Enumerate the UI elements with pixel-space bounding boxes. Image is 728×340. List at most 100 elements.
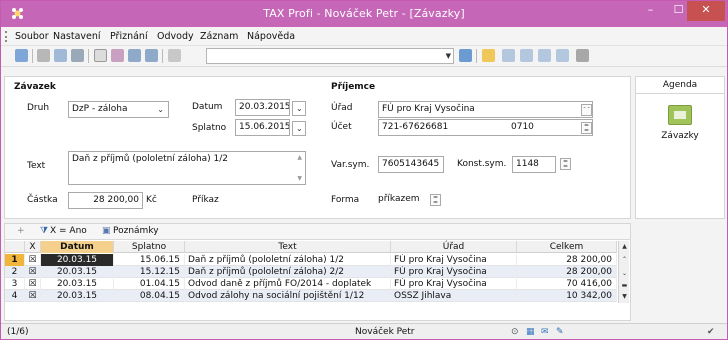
col-text[interactable]: Text	[185, 241, 391, 253]
new-record-icon[interactable]	[94, 49, 107, 62]
urad-label: Úřad	[331, 103, 353, 113]
scroll-end-icon[interactable]: ▬	[620, 281, 629, 291]
table-row[interactable]: 1 ☒ 20.03.15 15.06.15 Daň z příjmů (polo…	[5, 254, 617, 266]
datum-field[interactable]: 20.03.2015	[235, 99, 290, 116]
row-urad: FÚ pro Kraj Vysočina	[391, 266, 517, 278]
row-datum: 20.03.15	[41, 290, 114, 302]
folder-icon[interactable]	[482, 49, 495, 62]
toolbar-separator	[162, 49, 163, 63]
forma-picker-button[interactable]: = =	[430, 194, 441, 206]
agenda-panel: Agenda Závazky	[635, 76, 725, 219]
row-number: 3	[5, 278, 25, 290]
filter-icon[interactable]	[459, 49, 472, 62]
menu-napoveda[interactable]: Nápověda	[247, 31, 295, 42]
agenda-header: Agenda	[636, 77, 724, 94]
save-as-icon[interactable]	[145, 49, 158, 62]
table-row[interactable]: 3 ☒ 20.03.15 01.04.15 Odvod daně z příjm…	[5, 278, 617, 290]
forma-value[interactable]: příkazem	[378, 192, 426, 209]
grid-header: X Datum Splatno Text Úřad Celkem	[5, 241, 617, 253]
scroll-down-icon: ▼	[297, 175, 302, 182]
status-bar: (1/6) Nováček Petr ⊙ ▦ ✉ ✎ ✔	[1, 323, 727, 339]
copy-icon[interactable]	[168, 49, 181, 62]
ucet-value: 721-67626681	[382, 122, 449, 132]
list-view-icon[interactable]	[502, 49, 515, 62]
konstsym-field[interactable]: 1148	[512, 156, 556, 173]
menu-nastaveni[interactable]: Nastavení	[53, 31, 101, 42]
col-splatno[interactable]: Splatno	[114, 241, 185, 253]
scroll-up-icon[interactable]: ▲	[620, 242, 629, 252]
print-icon[interactable]	[71, 49, 84, 62]
col-celkem[interactable]: Celkem	[517, 241, 617, 253]
close-button[interactable]: ✕	[687, 1, 725, 21]
col-urad[interactable]: Úřad	[391, 241, 517, 253]
tab-filter[interactable]: X = Ano	[50, 226, 87, 236]
splatno-field[interactable]: 15.06.2015	[235, 119, 290, 136]
varsym-label: Var.sym.	[331, 160, 370, 170]
konstsym-picker-button[interactable]: = =	[560, 158, 571, 170]
grid-tab-bar: + ⧩ X = Ano ▣ Poznámky	[5, 224, 630, 240]
text-textarea[interactable]: Daň z příjmů (pololetní záloha) 1/2 ▲ ▼	[68, 151, 306, 185]
chevron-down-icon: ▼	[445, 52, 451, 60]
pen-icon[interactable]: ✎	[556, 327, 564, 337]
print-preview-icon[interactable]	[54, 49, 67, 62]
urad-field[interactable]: FÚ pro Kraj Vysočina	[378, 101, 593, 118]
minimize-button[interactable]: –	[637, 1, 664, 21]
toolbar-separator	[32, 49, 33, 63]
row-celkem: 28 200,00	[517, 254, 617, 266]
detail-view-icon[interactable]	[520, 49, 533, 62]
tab-poznamky[interactable]: Poznámky	[113, 226, 159, 236]
agenda-item-zavazky[interactable]: Závazky	[636, 131, 724, 141]
konstsym-label: Konst.sym.	[457, 159, 507, 169]
row-number: 2	[5, 266, 25, 278]
mail-icon[interactable]: ✉	[541, 327, 549, 337]
grid-scrollbar[interactable]: ▲ ⌃ ⌄ ▬ ▼	[618, 241, 629, 303]
calculator-icon[interactable]	[15, 49, 28, 62]
menu-soubor[interactable]: Soubor	[15, 31, 49, 42]
scroll-down-icon[interactable]: ▼	[620, 292, 629, 302]
section-zavazek: Závazek	[14, 82, 56, 92]
table-row[interactable]: 2 ☒ 20.03.15 15.12.15 Daň z příjmů (polo…	[5, 266, 617, 278]
save-icon[interactable]	[128, 49, 141, 62]
col-datum[interactable]: Datum	[41, 241, 114, 253]
row-x-checkbox[interactable]: ☒	[25, 290, 41, 302]
row-x-checkbox[interactable]: ☒	[25, 266, 41, 278]
datum-dropdown-button[interactable]: ⌄	[292, 101, 306, 116]
row-x-checkbox[interactable]: ☒	[25, 254, 41, 266]
menu-zaznam[interactable]: Záznam	[200, 31, 238, 42]
status-user: Nováček Petr	[355, 327, 415, 337]
druh-select[interactable]: DzP - záloha ⌄	[68, 101, 169, 118]
calendar-icon[interactable]: ▦	[526, 327, 535, 337]
ucet-picker-button[interactable]: = =	[581, 122, 592, 134]
scroll-page-down-icon[interactable]: ⌄	[620, 269, 629, 279]
varsym-field[interactable]: 7605143645	[378, 156, 444, 173]
edit-icon[interactable]	[111, 49, 124, 62]
toolbar-separator	[88, 49, 89, 63]
castka-field[interactable]: 28 200,00	[68, 192, 143, 209]
ucet-field[interactable]: 721-67626681 0710	[378, 119, 593, 136]
notes-icon: ▣	[102, 226, 111, 236]
col-x[interactable]: X	[25, 241, 41, 253]
toolbar-search-combo[interactable]: ▼	[206, 48, 454, 64]
report-view-icon[interactable]	[556, 49, 569, 62]
scroll-page-up-icon[interactable]: ⌃	[620, 255, 629, 265]
menu-priznani[interactable]: Přiznání	[110, 31, 148, 42]
table-row[interactable]: 4 ☒ 20.03.15 08.04.15 Odvod zálohy na so…	[5, 290, 617, 302]
grid-add-tab-icon[interactable]: +	[17, 226, 25, 236]
urad-picker-button[interactable]: - -	[581, 104, 592, 116]
form-view-icon[interactable]	[538, 49, 551, 62]
row-text: Odvod zálohy na sociální pojištění 1/12	[185, 290, 391, 302]
tools-icon[interactable]	[576, 49, 589, 62]
ledger-icon[interactable]	[668, 105, 692, 125]
menu-odvody[interactable]: Odvody	[157, 31, 194, 42]
settings-icon[interactable]	[37, 49, 50, 62]
row-celkem: 70 416,00	[517, 278, 617, 290]
chevron-down-icon: ⌄	[296, 104, 303, 113]
check-status-icon: ✔	[707, 327, 715, 337]
toolbar-separator	[476, 49, 477, 63]
row-x-checkbox[interactable]: ☒	[25, 278, 41, 290]
record-status-icon: ⊙	[511, 327, 519, 337]
record-position: (1/6)	[7, 327, 29, 337]
splatno-dropdown-button[interactable]: ⌄	[292, 121, 306, 136]
row-celkem: 10 342,00	[517, 290, 617, 302]
prikaz-label: Příkaz	[192, 195, 219, 205]
